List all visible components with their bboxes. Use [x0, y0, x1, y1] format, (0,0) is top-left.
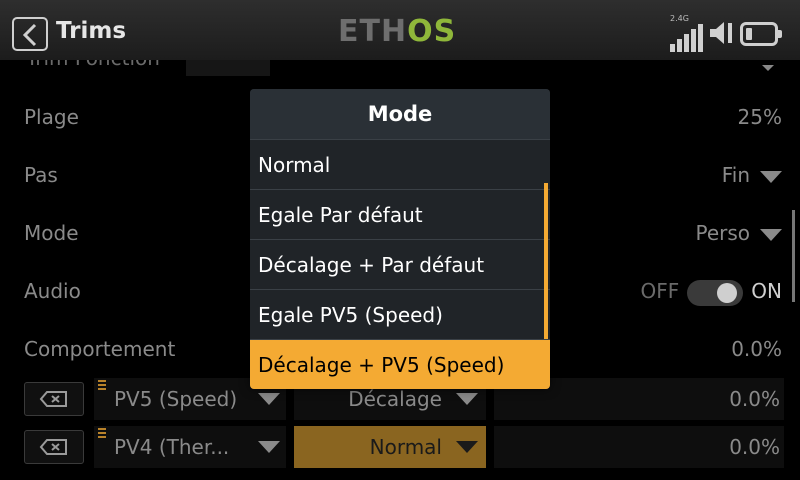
- delete-line-button[interactable]: [24, 382, 84, 416]
- drag-handle-icon: [98, 428, 106, 440]
- back-button[interactable]: [12, 17, 48, 51]
- option-egale-par-defaut[interactable]: Egale Par défaut: [250, 189, 550, 239]
- option-egale-pv5[interactable]: Egale PV5 (Speed): [250, 289, 550, 339]
- mode-dropdown[interactable]: Perso: [695, 221, 782, 245]
- signal-band-label: 2.4G: [670, 14, 689, 23]
- speaker-icon: [710, 22, 732, 44]
- backspace-icon: [39, 439, 67, 455]
- popup-scrollbar[interactable]: [544, 183, 548, 339]
- mode-popup: Mode Normal Egale Par défaut Décalage + …: [250, 89, 550, 389]
- option-decalage-pv5[interactable]: Décalage + PV5 (Speed): [250, 339, 550, 389]
- line-value[interactable]: 0.0%: [494, 426, 784, 468]
- ethos-logo: ETHOS: [338, 14, 457, 49]
- chevron-down-icon: [762, 65, 774, 71]
- option-normal[interactable]: Normal: [250, 139, 550, 189]
- scrollbar[interactable]: [792, 210, 795, 302]
- source-dropdown[interactable]: PV4 (Ther...: [94, 426, 286, 468]
- audio-toggle[interactable]: OFF ON: [641, 279, 782, 306]
- status-icons: 2.4G: [670, 14, 790, 52]
- chevron-left-icon: [22, 23, 37, 47]
- popup-title: Mode: [250, 89, 550, 139]
- line-mode-dropdown[interactable]: Normal: [294, 426, 486, 468]
- battery-icon: [740, 22, 782, 46]
- delete-line-button[interactable]: [24, 430, 84, 464]
- page-title: Trims: [56, 18, 127, 44]
- top-bar: Trims ETHOS 2.4G: [0, 0, 800, 60]
- trim-line-2: PV4 (Ther... Normal 0.0%: [24, 426, 786, 468]
- toggle-switch: [687, 279, 744, 306]
- option-decalage-par-defaut[interactable]: Décalage + Par défaut: [250, 239, 550, 289]
- backspace-icon: [39, 391, 67, 407]
- pas-dropdown[interactable]: Fin: [722, 163, 782, 187]
- drag-handle-icon: [98, 380, 106, 392]
- dropdown-arrow-icon: [760, 228, 782, 241]
- partial-row: Trim Fonction: [0, 60, 800, 80]
- dropdown-arrow-icon: [760, 170, 782, 183]
